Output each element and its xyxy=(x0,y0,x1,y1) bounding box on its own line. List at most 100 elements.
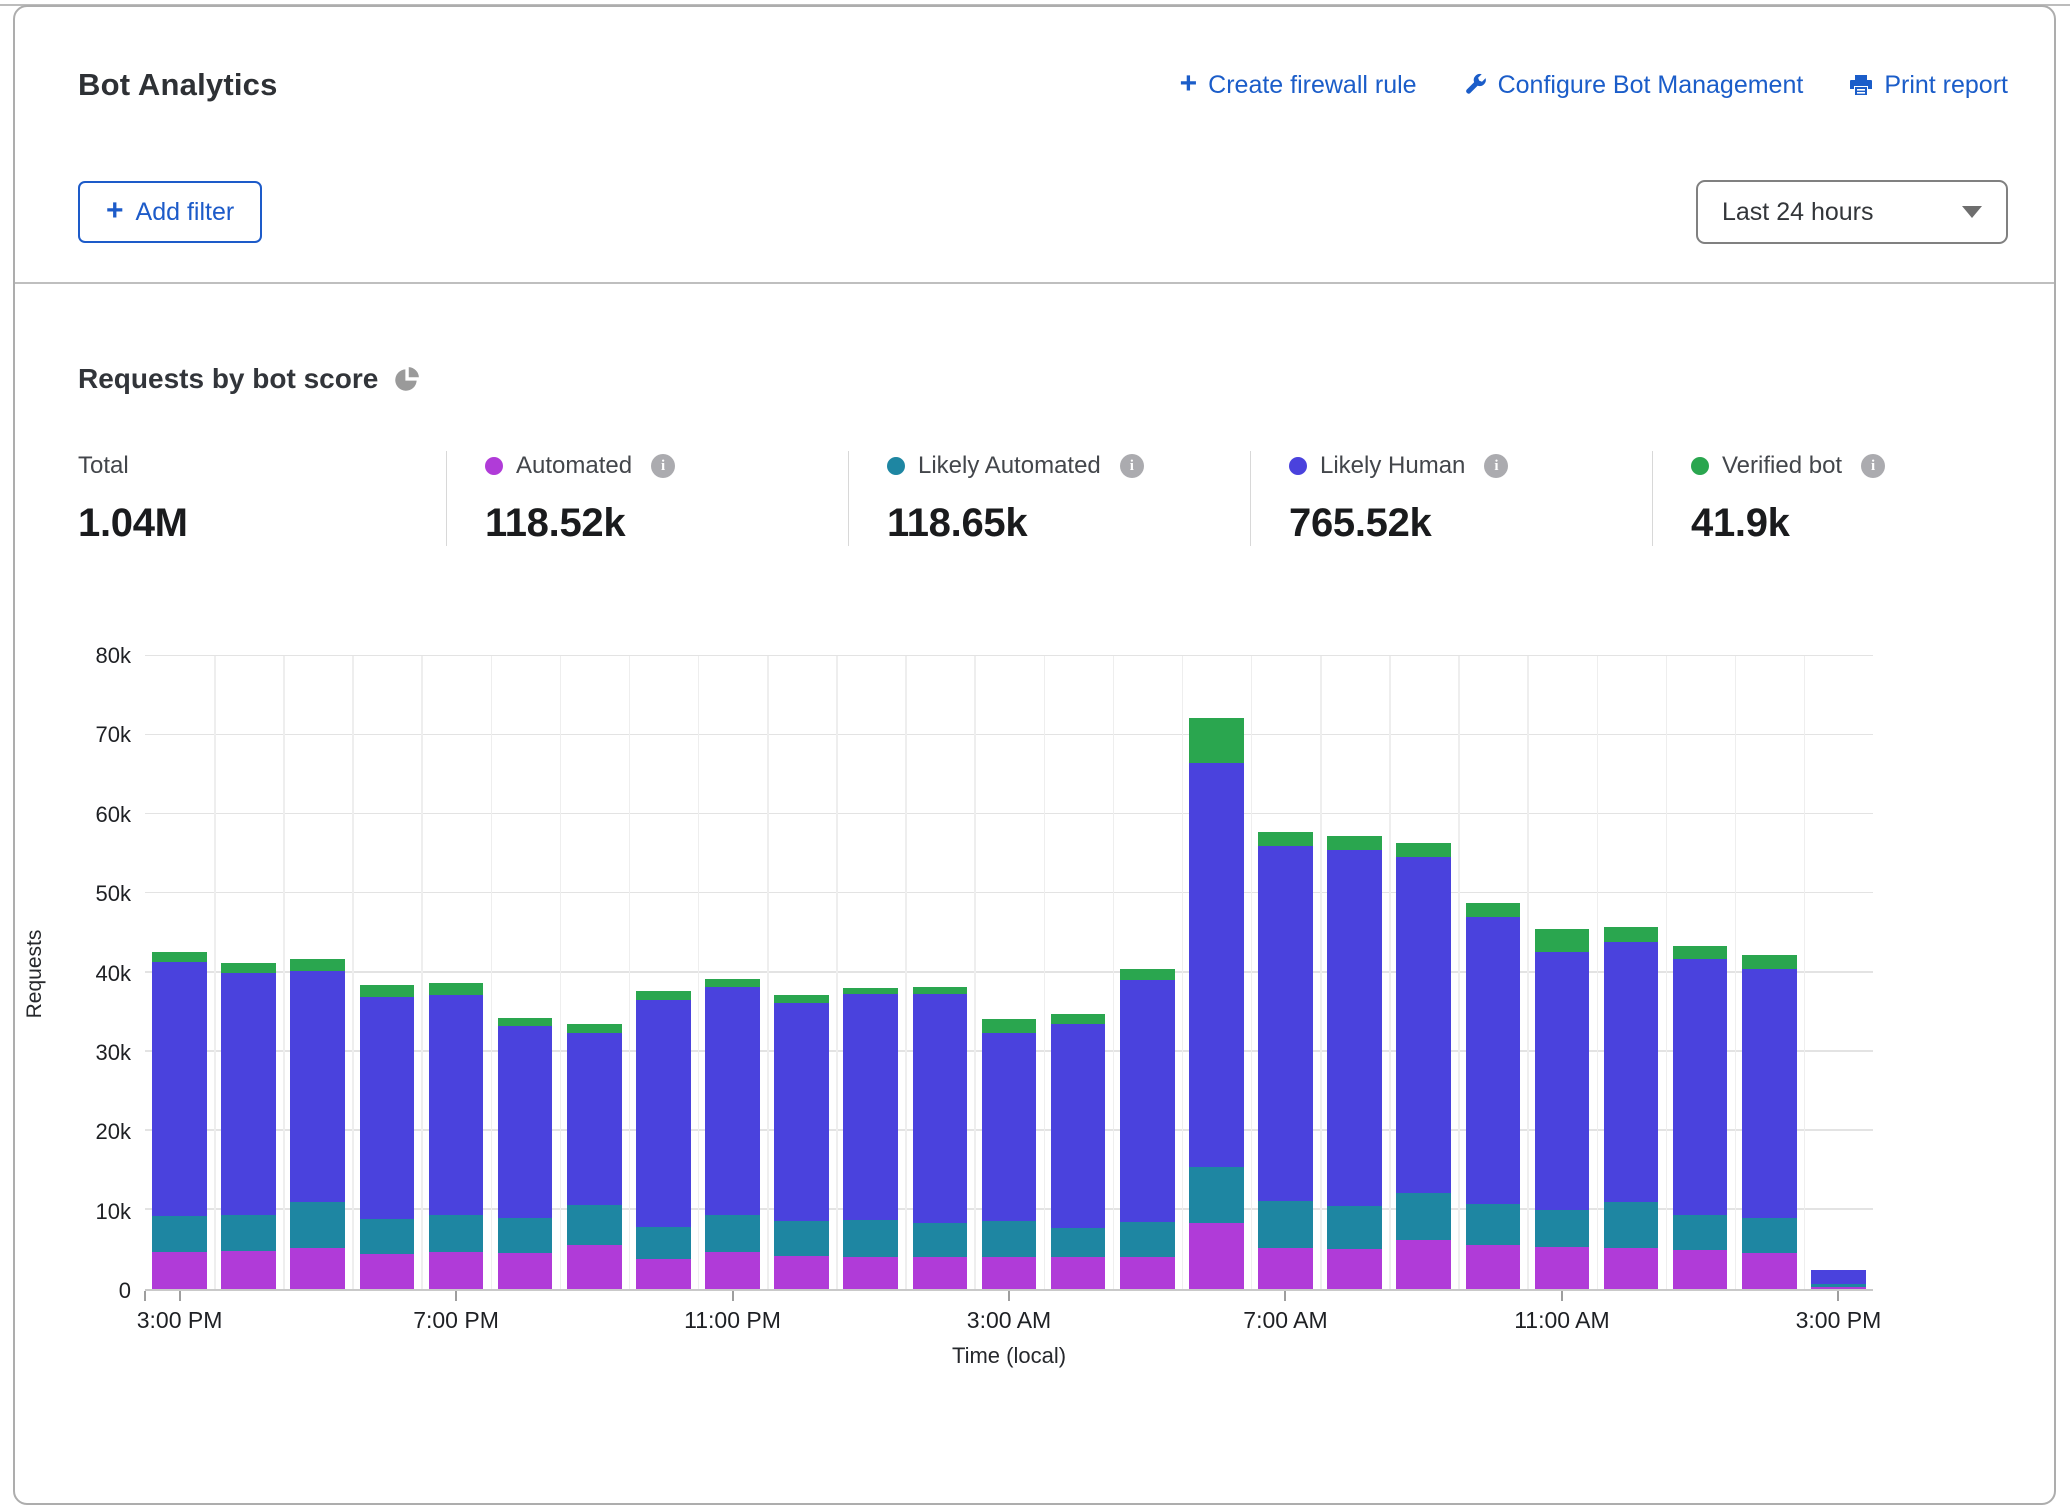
segment-automated xyxy=(1673,1250,1728,1289)
header-actions: Create firewall rule Configure Bot Manag… xyxy=(1180,71,2008,100)
gridline xyxy=(629,656,631,1289)
time-range-dropdown[interactable]: Last 24 hours xyxy=(1696,180,2008,244)
bar-11-00-pm[interactable] xyxy=(705,656,760,1289)
segment-likely-automated xyxy=(360,1219,415,1255)
x-tick xyxy=(1561,1291,1563,1301)
segment-verified-bot xyxy=(705,979,760,987)
bar-10-00-am[interactable] xyxy=(1466,656,1521,1289)
bar-7-00-pm[interactable] xyxy=(429,656,484,1289)
x-tick xyxy=(1837,1291,1839,1301)
x-tick xyxy=(732,1291,734,1301)
bar-3-00-pm[interactable] xyxy=(1811,656,1866,1289)
segment-likely-human xyxy=(913,994,968,1223)
bar-9-00-pm[interactable] xyxy=(567,656,622,1289)
bar-6-00-pm[interactable] xyxy=(360,656,415,1289)
gridline xyxy=(214,656,216,1289)
bar-2-00-pm[interactable] xyxy=(1742,656,1797,1289)
bar-7-00-am[interactable] xyxy=(1258,656,1313,1289)
segment-verified-bot xyxy=(774,995,829,1003)
likely-human-legend-dot xyxy=(1289,457,1307,475)
segment-likely-human xyxy=(1604,942,1659,1202)
bar-8-00-am[interactable] xyxy=(1327,656,1382,1289)
segment-likely-human xyxy=(1466,917,1521,1203)
bar-3-00-pm[interactable] xyxy=(152,656,207,1289)
add-filter-label: Add filter xyxy=(136,198,235,227)
section-title: Requests by bot score xyxy=(78,362,378,396)
segment-likely-automated xyxy=(913,1223,968,1256)
segment-likely-human xyxy=(567,1033,622,1205)
stat-verified-bot[interactable]: Verified bot 41.9k xyxy=(1652,451,2054,546)
create-firewall-rule-label: Create firewall rule xyxy=(1208,71,1416,100)
segment-verified-bot xyxy=(1327,836,1382,850)
info-icon[interactable] xyxy=(651,454,675,478)
segment-likely-human xyxy=(843,994,898,1220)
segment-likely-human xyxy=(498,1026,553,1217)
segment-likely-automated xyxy=(498,1218,553,1254)
gridline xyxy=(283,656,285,1289)
bar-11-00-am[interactable] xyxy=(1535,656,1590,1289)
segment-verified-bot xyxy=(1535,929,1590,952)
bar-1-00-am[interactable] xyxy=(843,656,898,1289)
segment-likely-automated xyxy=(1120,1222,1175,1258)
stat-total: Total 1.04M xyxy=(78,451,446,546)
bar-10-00-pm[interactable] xyxy=(636,656,691,1289)
bar-4-00-pm[interactable] xyxy=(221,656,276,1289)
segment-verified-bot xyxy=(1466,903,1521,917)
bot-analytics-card: Bot Analytics Create firewall rule Confi… xyxy=(13,5,2056,1505)
segment-automated xyxy=(1120,1257,1175,1289)
bar-2-00-am[interactable] xyxy=(913,656,968,1289)
x-tick xyxy=(144,1291,146,1301)
bar-5-00-pm[interactable] xyxy=(290,656,345,1289)
segment-likely-automated xyxy=(429,1215,484,1251)
info-icon[interactable] xyxy=(1861,454,1885,478)
stat-likely-automated-label: Likely Automated xyxy=(918,451,1101,481)
bar-12-00-pm[interactable] xyxy=(1604,656,1659,1289)
bar-3-00-am[interactable] xyxy=(982,656,1037,1289)
stat-likely-automated[interactable]: Likely Automated 118.65k xyxy=(848,451,1250,546)
segment-verified-bot xyxy=(567,1024,622,1033)
segment-likely-human xyxy=(1396,857,1451,1193)
stat-automated[interactable]: Automated 118.52k xyxy=(446,451,848,546)
configure-bot-management-link[interactable]: Configure Bot Management xyxy=(1463,71,1804,100)
segment-verified-bot xyxy=(982,1019,1037,1033)
segment-automated xyxy=(360,1254,415,1289)
x-tick xyxy=(179,1291,181,1301)
printer-icon xyxy=(1849,73,1873,97)
info-icon[interactable] xyxy=(1120,454,1144,478)
gridline xyxy=(1804,656,1806,1289)
gridline xyxy=(1597,656,1599,1289)
segment-likely-human xyxy=(1051,1024,1106,1228)
segment-likely-human xyxy=(1811,1270,1866,1284)
bar-9-00-am[interactable] xyxy=(1396,656,1451,1289)
segment-likely-human xyxy=(982,1033,1037,1221)
segment-automated xyxy=(1604,1248,1659,1289)
segment-automated xyxy=(843,1257,898,1289)
bar-12-00-am[interactable] xyxy=(774,656,829,1289)
stat-automated-label: Automated xyxy=(516,451,632,481)
bar-4-00-am[interactable] xyxy=(1051,656,1106,1289)
plus-icon xyxy=(106,199,124,223)
bar-6-00-am[interactable] xyxy=(1189,656,1244,1289)
segment-likely-human xyxy=(1742,969,1797,1218)
stat-likely-human[interactable]: Likely Human 765.52k xyxy=(1250,451,1652,546)
gridline xyxy=(1666,656,1668,1289)
automated-legend-dot xyxy=(485,457,503,475)
gridline xyxy=(1182,656,1184,1289)
bar-5-00-am[interactable] xyxy=(1120,656,1175,1289)
wrench-icon xyxy=(1463,73,1487,97)
segment-verified-bot xyxy=(913,987,968,994)
stat-likely-human-label: Likely Human xyxy=(1320,451,1465,481)
info-icon[interactable] xyxy=(1484,454,1508,478)
segment-verified-bot xyxy=(636,991,691,1000)
segment-likely-automated xyxy=(1535,1210,1590,1247)
print-report-link[interactable]: Print report xyxy=(1849,71,2008,100)
create-firewall-rule-link[interactable]: Create firewall rule xyxy=(1180,71,1417,100)
gridline xyxy=(491,656,493,1289)
add-filter-button[interactable]: Add filter xyxy=(78,181,262,243)
segment-likely-automated xyxy=(982,1221,1037,1257)
segment-likely-automated xyxy=(1051,1228,1106,1257)
verified-bot-legend-dot xyxy=(1691,457,1709,475)
segment-verified-bot xyxy=(1742,955,1797,968)
bar-1-00-pm[interactable] xyxy=(1673,656,1728,1289)
bar-8-00-pm[interactable] xyxy=(498,656,553,1289)
